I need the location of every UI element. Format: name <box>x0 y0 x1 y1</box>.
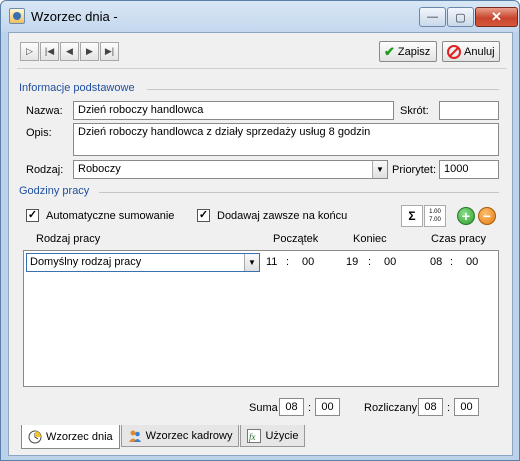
app-icon <box>9 8 25 24</box>
svg-text:fx: fx <box>249 432 256 442</box>
time-format-icon[interactable]: 1.00 7.00 <box>424 205 446 227</box>
tab-day-pattern-label: Wzorzec dnia <box>46 430 113 443</box>
basic-section-title: Informacje podstawowe <box>19 82 135 94</box>
priority-field[interactable]: 1000 <box>439 160 499 179</box>
settled-hours[interactable]: 08 <box>418 398 443 416</box>
hours-grid[interactable]: Domyślny rodzaj pracy ▼ 11 : 00 19 : 00 … <box>23 250 499 387</box>
col-end[interactable]: Koniec <box>353 233 387 245</box>
sum-hours[interactable]: 08 <box>279 398 304 416</box>
dialog-client: ▷ |◀ ◀ ▶ ▶| ✔ Zapisz Anuluj Informacje p… <box>8 32 513 456</box>
sum-icon[interactable]: Σ <box>401 205 423 227</box>
tab-staff-pattern-label: Wzorzec kadrowy <box>145 429 233 442</box>
tab-usage-label: Użycie <box>265 429 299 442</box>
last-icon[interactable]: ▶| <box>100 42 119 61</box>
remove-row-button[interactable]: − <box>478 207 496 225</box>
basic-section-line <box>147 89 499 90</box>
abbrev-label: Skrót: <box>400 105 429 117</box>
name-label: Nazwa: <box>26 105 63 117</box>
prev-icon[interactable]: ◀ <box>60 42 79 61</box>
work-type-combo[interactable]: Domyślny rodzaj pracy ▼ <box>26 253 260 272</box>
end-hour[interactable]: 19 <box>346 256 358 268</box>
close-button[interactable]: ✕ <box>475 7 518 27</box>
save-label: Zapisz <box>397 45 431 58</box>
always-end-label: Dodawaj zawsze na końcu <box>217 210 348 222</box>
desc-field[interactable]: Dzień roboczy handlowca z działy sprzeda… <box>73 123 499 156</box>
work-type-value: Domyślny rodzaj pracy <box>30 256 142 268</box>
hours-section-title: Godziny pracy <box>19 185 90 197</box>
col-start[interactable]: Początek <box>273 233 318 245</box>
cancel-label: Anuluj <box>464 45 495 58</box>
window: Wzorzec dnia - — ▢ ✕ ▷ |◀ ◀ ▶ ▶| ✔ Zapis… <box>0 0 520 461</box>
tab-usage[interactable]: fx Użycie <box>240 425 306 447</box>
chevron-down-icon[interactable]: ▼ <box>244 254 259 271</box>
toolbar-divider <box>17 68 507 69</box>
tab-day-pattern[interactable]: Wzorzec dnia <box>21 425 120 449</box>
first-icon[interactable]: ▷ <box>20 42 39 61</box>
settled-colon: : <box>447 402 451 414</box>
record-navigation: ▷ |◀ ◀ ▶ ▶| <box>20 42 119 61</box>
bottom-tabs: Wzorzec dnia Wzorzec kadrowy fx Użycie <box>21 425 306 449</box>
tab-staff-pattern[interactable]: Wzorzec kadrowy <box>120 425 240 447</box>
window-title: Wzorzec dnia - <box>31 9 118 24</box>
next-icon[interactable]: ▶ <box>80 42 99 61</box>
settled-label: Rozliczany <box>364 402 418 414</box>
abbrev-field[interactable] <box>439 101 499 120</box>
desc-label: Opis: <box>26 127 52 139</box>
cancel-icon <box>447 44 461 59</box>
type-value: Roboczy <box>78 163 121 175</box>
start-hour[interactable]: 11 <box>266 256 277 268</box>
priority-label: Priorytet: <box>392 164 437 176</box>
col-duration[interactable]: Czas pracy <box>431 233 486 245</box>
end-colon: : <box>368 256 372 268</box>
duration-minute[interactable]: 00 <box>466 256 478 268</box>
duration-hour[interactable]: 08 <box>430 256 442 268</box>
people-icon <box>128 430 141 442</box>
settled-minutes[interactable]: 00 <box>454 398 479 416</box>
function-icon: fx <box>247 428 262 443</box>
col-work-type[interactable]: Rodzaj pracy <box>36 233 100 245</box>
cancel-button[interactable]: Anuluj <box>442 41 500 62</box>
title-bar: Wzorzec dnia - — ▢ ✕ <box>1 1 519 32</box>
add-row-button[interactable]: + <box>457 207 475 225</box>
auto-sum-label: Automatyczne sumowanie <box>46 210 175 222</box>
check-icon: ✔ <box>384 43 395 59</box>
type-label: Rodzaj: <box>26 164 64 176</box>
always-end-checkbox[interactable]: ✓ <box>197 209 210 222</box>
duration-colon: : <box>450 256 454 268</box>
maximize-button[interactable]: ▢ <box>447 7 474 27</box>
prev-step-icon[interactable]: |◀ <box>40 42 59 61</box>
hours-section-line <box>99 192 499 193</box>
clock-icon <box>28 430 42 443</box>
type-combo[interactable]: Roboczy ▼ <box>73 160 388 179</box>
auto-sum-checkbox[interactable]: ✓ <box>26 209 39 222</box>
name-field[interactable]: Dzień roboczy handlowca <box>73 101 394 120</box>
minimize-button[interactable]: — <box>419 7 446 27</box>
start-minute[interactable]: 00 <box>302 256 314 268</box>
sum-colon: : <box>308 402 312 414</box>
sum-minutes[interactable]: 00 <box>315 398 340 416</box>
sum-label: Suma <box>249 402 278 414</box>
grid-header: Rodzaj pracy Początek Koniec Czas pracy <box>23 230 499 250</box>
end-minute[interactable]: 00 <box>384 256 396 268</box>
start-colon: : <box>286 256 290 268</box>
chevron-down-icon[interactable]: ▼ <box>372 161 387 178</box>
save-button[interactable]: ✔ Zapisz <box>379 41 437 62</box>
